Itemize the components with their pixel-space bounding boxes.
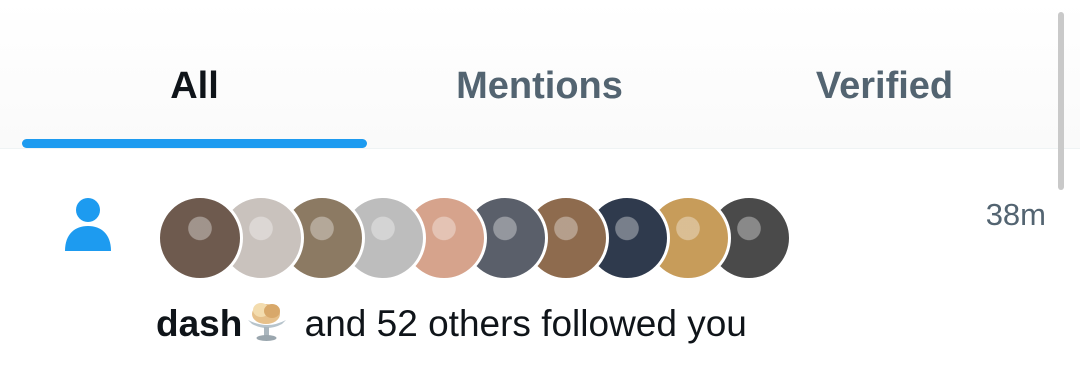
ice-cream-sundae-icon <box>248 303 287 341</box>
follower-avatar[interactable] <box>157 195 243 281</box>
tab-all[interactable]: All <box>22 58 367 114</box>
notification-message: dash and 52 others followed you <box>156 298 747 346</box>
message-text: and 52 others followed you <box>304 303 747 344</box>
timestamp: 38m <box>985 197 1046 232</box>
tab-verified[interactable]: Verified <box>712 58 1057 114</box>
person-icon <box>65 198 111 251</box>
tab-mentions[interactable]: Mentions <box>367 58 712 114</box>
notification-tabs: All Mentions Verified <box>0 0 1080 149</box>
active-tab-indicator <box>22 139 367 148</box>
actor-name[interactable]: dash <box>156 303 242 344</box>
follower-avatars[interactable] <box>157 195 797 281</box>
scrollbar[interactable] <box>1058 12 1064 190</box>
